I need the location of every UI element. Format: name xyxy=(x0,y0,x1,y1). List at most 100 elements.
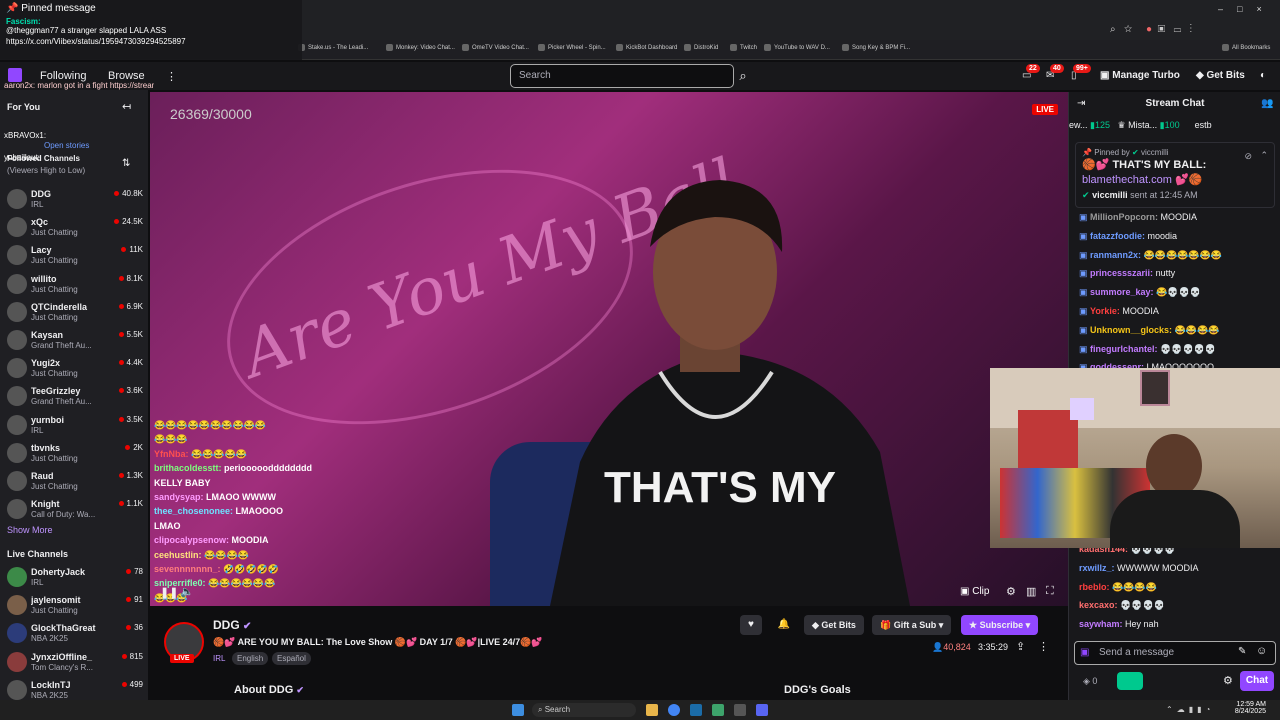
share-icon[interactable]: ⇪ xyxy=(1016,640,1025,653)
chat-username[interactable]: Unknown__glocks: xyxy=(1090,325,1172,335)
window-icon[interactable]: ▭ xyxy=(1174,24,1182,35)
bookmark-item[interactable]: Song Key & BPM Fi... xyxy=(842,44,910,51)
bell-icon[interactable]: 🔔 xyxy=(774,615,794,635)
star-icon[interactable]: ☆ xyxy=(1124,24,1132,35)
chat-username[interactable]: summore_kay: xyxy=(1090,287,1154,297)
live-channel[interactable]: jaylensomit Just Chatting 91 xyxy=(7,592,143,620)
sidebar-channel[interactable]: Raud Just Chatting 1.3K xyxy=(7,468,143,496)
live-channel[interactable]: DohertyJack IRL 78 xyxy=(7,564,143,592)
subscribe-button[interactable]: ★ Subscribe ▾ xyxy=(961,615,1039,635)
settings-gear-icon[interactable]: ⚙ xyxy=(1006,585,1016,598)
points-claim-icon[interactable] xyxy=(1117,672,1143,690)
volume-icon[interactable]: 🔈 xyxy=(180,585,194,598)
chat-username[interactable]: saywham: xyxy=(1079,619,1123,629)
unpin-icon[interactable]: ⊘ xyxy=(1244,149,1252,164)
menu-dots-icon[interactable]: ⋮ xyxy=(1190,24,1193,35)
sidebar-channel[interactable]: Knight Call of Duty: Wa... 1.1K xyxy=(7,496,143,524)
chat-username[interactable]: ranmann2x: xyxy=(1090,250,1141,260)
channel-points[interactable]: ◈ 0 xyxy=(1083,676,1097,687)
emote-icon[interactable]: ☺ xyxy=(1256,645,1267,657)
send-chat-button[interactable]: Chat xyxy=(1240,671,1274,691)
chat-username[interactable]: Yorkie: xyxy=(1090,306,1120,316)
all-bookmarks[interactable]: All Bookmarks xyxy=(1222,44,1270,51)
search-icon[interactable]: ⌕ xyxy=(734,64,752,88)
extension-icon[interactable]: ● xyxy=(1146,24,1152,35)
manage-turbo-button[interactable]: ▣ Manage Turbo xyxy=(1100,70,1180,81)
users-icon[interactable]: 👥 xyxy=(1261,98,1273,109)
app-icon[interactable] xyxy=(734,704,746,716)
more-dots-icon[interactable]: ⋮ xyxy=(166,70,177,83)
sidebar-channel[interactable]: tbvnks Just Chatting 2K xyxy=(7,440,143,468)
avatar[interactable]: ◐ xyxy=(1260,70,1266,81)
more-dots-icon[interactable]: ⋮ xyxy=(1038,640,1049,653)
bits-icon[interactable]: ▣ xyxy=(1080,647,1089,658)
clock[interactable]: 12:59 AM 8/24/2025 xyxy=(1226,701,1266,715)
live-channel[interactable]: LockInTJ NBA 2K25 499 xyxy=(7,677,143,700)
taskbar-search[interactable]: ⌕ Search xyxy=(532,703,636,717)
bookmark-item[interactable]: YouTube to WAV D... xyxy=(764,44,830,51)
sidebar-channel[interactable]: TeeGrizzley Grand Theft Au... 3.6K xyxy=(7,383,143,411)
avatar xyxy=(7,301,27,322)
live-channel[interactable]: GlockThaGreat NBA 2K25 36 xyxy=(7,620,143,648)
tray-icons[interactable]: ⌃☁▮▮◔ xyxy=(1166,705,1214,714)
search-input[interactable]: Search xyxy=(510,64,734,88)
video-player[interactable]: Are You My Ball THAT'S MY 26369/30000 LI… xyxy=(150,92,1068,606)
maximize-icon[interactable]: □ xyxy=(1237,4,1256,14)
get-bits-button[interactable]: ◆ Get Bits xyxy=(1196,70,1245,81)
sidebar-channel[interactable]: Lacy Just Chatting 11K xyxy=(7,242,143,270)
sidebar-channel[interactable]: Kaysan Grand Theft Au... 5.5K xyxy=(7,327,143,355)
steam-icon[interactable] xyxy=(690,704,702,716)
channel-name[interactable]: DDG ✔ xyxy=(213,618,251,632)
chat-username[interactable]: rbeblo: xyxy=(1079,582,1110,592)
gift-sub-button[interactable]: 🎁 Gift a Sub ▾ xyxy=(872,615,952,635)
chat-username[interactable]: princessszarii: xyxy=(1090,268,1153,278)
app-icon[interactable] xyxy=(712,704,724,716)
open-stories-link[interactable]: Open stories xyxy=(44,140,154,152)
pinned-link[interactable]: https://x.com/Viibex/status/195947303929… xyxy=(6,37,296,47)
chat-username[interactable]: kexcaxo: xyxy=(1079,600,1118,610)
pause-icon[interactable]: ❚❚ xyxy=(160,586,178,599)
puzzle-icon[interactable]: ▣ xyxy=(1158,24,1166,35)
bookmark-item[interactable]: Monkey: Video Chat... xyxy=(386,44,455,51)
bookmark-item[interactable]: Stake.us - The Leadi... xyxy=(298,44,368,51)
tag-espanol[interactable]: Español xyxy=(272,652,311,665)
pinned-user: viccmilli xyxy=(1092,190,1128,200)
channel-name: Raud xyxy=(31,471,54,481)
chat-username[interactable]: MillionPopcorn: xyxy=(1090,212,1158,222)
chrome-icon[interactable] xyxy=(668,704,680,716)
sidebar-channel[interactable]: Yugi2x Just Chatting 4.4K xyxy=(7,355,143,383)
tag-english[interactable]: English xyxy=(232,652,269,665)
start-icon[interactable] xyxy=(512,704,524,716)
chevron-up-icon[interactable]: ⌃ xyxy=(1260,148,1268,163)
fullscreen-icon[interactable]: ⛶ xyxy=(1046,585,1054,598)
chat-username[interactable]: finegurlchantel: xyxy=(1090,344,1158,354)
chat-username[interactable]: rxwillz_: xyxy=(1079,563,1115,573)
pinned-link[interactable]: blamethechat.com xyxy=(1082,174,1172,186)
file-explorer-icon[interactable] xyxy=(646,704,658,716)
follow-heart-icon[interactable]: ♥ xyxy=(740,615,762,635)
sidebar-channel[interactable]: yurnboi IRL 3.5K xyxy=(7,412,143,440)
discord-icon[interactable] xyxy=(756,704,768,716)
overlay-chat-message: LMAO xyxy=(154,519,414,533)
close-icon[interactable]: × xyxy=(1256,4,1275,14)
bookmark-item[interactable]: DistroKid xyxy=(684,44,718,51)
live-channel[interactable]: JynxziOffline_ Tom Clancy's R... 815 xyxy=(7,649,143,677)
theatre-mode-icon[interactable]: ▥ xyxy=(1026,585,1036,598)
bookmark-item[interactable]: Picker Wheel - Spin... xyxy=(538,44,606,51)
channel-game: Just Chatting xyxy=(31,453,78,463)
show-more-link[interactable]: Show More xyxy=(7,525,53,535)
bookmark-item[interactable]: Twitch xyxy=(730,44,757,51)
category-link[interactable]: IRL xyxy=(213,654,225,663)
clip-button[interactable]: ▣ Clip xyxy=(960,586,989,597)
pinned-emoji: 💕🏀 xyxy=(1174,174,1203,186)
sidebar-channel[interactable]: QTCinderella Just Chatting 6.9K xyxy=(7,299,143,327)
mic-off-icon[interactable]: ✎ xyxy=(1238,646,1246,657)
bookmark-item[interactable]: OmeTV Video Chat... xyxy=(462,44,529,51)
minimize-icon[interactable]: – xyxy=(1218,4,1237,14)
bookmark-item[interactable]: KickBot Dashboard xyxy=(616,44,677,51)
chat-settings-icon[interactable]: ⚙ xyxy=(1223,674,1233,687)
zoom-icon[interactable]: ⌕ xyxy=(1110,24,1116,35)
get-bits-button[interactable]: ◆ Get Bits xyxy=(804,615,864,635)
chat-username[interactable]: fatazzfoodie: xyxy=(1090,231,1145,241)
sidebar-channel[interactable]: willito Just Chatting 8.1K xyxy=(7,271,143,299)
